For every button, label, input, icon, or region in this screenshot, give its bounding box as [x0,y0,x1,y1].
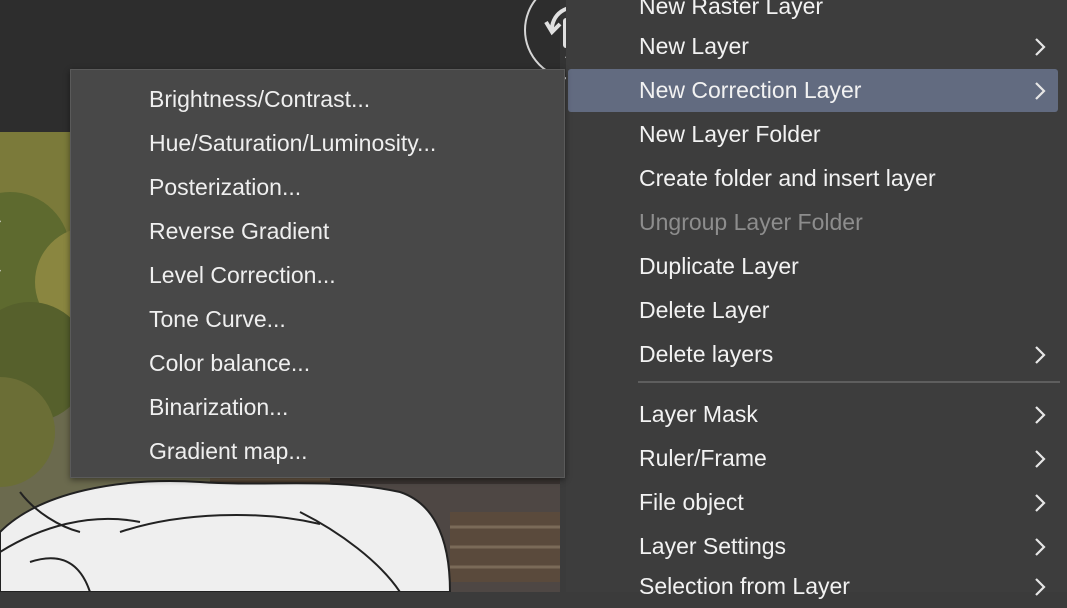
menu-item-ungroup-layer-folder: Ungroup Layer Folder [568,201,1058,244]
menu-item-delete-layer[interactable]: Delete Layer [568,289,1058,332]
menu-item-label: Duplicate Layer [639,253,799,279]
submenu-item-label: Hue/Saturation/Luminosity... [149,130,437,156]
menu-item-label: Delete Layer [639,297,770,323]
menu-item-label: Delete layers [639,341,774,367]
menu-item-label: Selection from Layer [639,573,850,599]
submenu-item-binarization[interactable]: Binarization... [71,385,564,429]
submenu-item-gradient-map[interactable]: Gradient map... [71,429,564,473]
chevron-right-icon [1035,450,1046,468]
menu-item-new-correction-layer[interactable]: New Correction Layer [568,69,1058,112]
submenu-item-brightness-contrast[interactable]: Brightness/Contrast... [71,77,564,121]
submenu-item-hue-saturation-luminosity[interactable]: Hue/Saturation/Luminosity... [71,121,564,165]
submenu-item-label: Tone Curve... [149,306,286,332]
submenu-item-label: Brightness/Contrast... [149,86,371,112]
menu-item-new-layer[interactable]: New Layer [568,25,1058,68]
menu-item-duplicate-layer[interactable]: Duplicate Layer [568,245,1058,288]
menu-item-label: Layer Settings [639,533,787,559]
menu-item-label: Ruler/Frame [639,445,767,471]
menu-item-create-folder-insert-layer[interactable]: Create folder and insert layer [568,157,1058,200]
menu-item-label: Ungroup Layer Folder [639,209,863,235]
submenu-item-label: Gradient map... [149,438,308,464]
correction-layer-submenu: Brightness/Contrast... Hue/Saturation/Lu… [70,69,565,478]
menu-item-label: New Layer Folder [639,121,821,147]
submenu-item-label: Binarization... [149,394,289,420]
menu-item-label: New Correction Layer [639,77,862,103]
chevron-right-icon [1035,346,1046,364]
menu-item-selection-from-layer[interactable]: Selection from Layer [568,565,1058,608]
submenu-item-posterization[interactable]: Posterization... [71,165,564,209]
menu-item-label: Create folder and insert layer [639,165,936,191]
chevron-right-icon [1035,578,1046,596]
submenu-item-label: Color balance... [149,350,311,376]
menu-item-layer-settings[interactable]: Layer Settings [568,525,1058,568]
submenu-item-label: Posterization... [149,174,302,200]
menu-item-new-raster-layer[interactable]: New Raster Layer [568,0,1058,28]
chevron-right-icon [1035,494,1046,512]
menu-item-label: New Raster Layer [639,0,824,19]
menu-item-ruler-frame[interactable]: Ruler/Frame [568,437,1058,480]
menu-item-label: File object [639,489,744,515]
menu-item-label: New Layer [639,33,749,59]
menu-item-new-layer-folder[interactable]: New Layer Folder [568,113,1058,156]
menu-item-delete-layers[interactable]: Delete layers [568,333,1058,376]
menu-separator [638,381,1060,383]
submenu-item-label: Level Correction... [149,262,336,288]
submenu-item-reverse-gradient[interactable]: Reverse Gradient [71,209,564,253]
menu-item-layer-mask[interactable]: Layer Mask [568,393,1058,436]
layer-context-menu: New Raster Layer New Layer New Correctio… [566,0,1067,599]
submenu-item-tone-curve[interactable]: Tone Curve... [71,297,564,341]
submenu-item-label: Reverse Gradient [149,218,330,244]
chevron-right-icon [1035,82,1046,100]
chevron-right-icon [1035,38,1046,56]
chevron-right-icon [1035,538,1046,556]
menu-item-label: Layer Mask [639,401,758,427]
chevron-right-icon [1035,406,1046,424]
submenu-item-level-correction[interactable]: Level Correction... [71,253,564,297]
menu-item-file-object[interactable]: File object [568,481,1058,524]
submenu-item-color-balance[interactable]: Color balance... [71,341,564,385]
